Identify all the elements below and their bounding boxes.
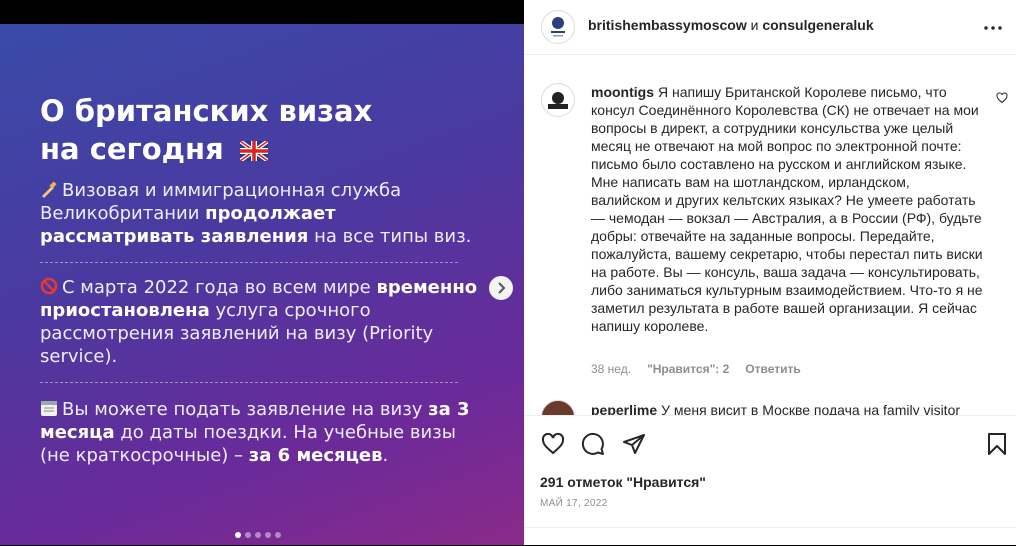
- save-button[interactable]: [987, 432, 1007, 461]
- calendar-icon: [41, 401, 57, 416]
- post-media[interactable]: О британских визах на сегодня Визовая и …: [0, 24, 524, 545]
- heart-icon: [541, 432, 565, 455]
- comment-username[interactable]: peperlime: [591, 402, 657, 415]
- commenter-avatar[interactable]: [541, 400, 575, 415]
- slide-paragraph-2: С марта 2022 года во всем мире временно …: [40, 277, 478, 367]
- comment-body: peperlime У меня висит в Москве подача на…: [591, 402, 983, 415]
- divider: [40, 382, 458, 383]
- bookmark-icon: [988, 433, 1006, 455]
- heart-icon: [996, 92, 1008, 104]
- author-avatar[interactable]: [541, 10, 575, 44]
- slide-paragraph-3: Вы можете подать заявление на визу за 3 …: [40, 399, 470, 466]
- carousel-next-button[interactable]: [489, 276, 513, 300]
- avatar-image-icon: [548, 92, 568, 109]
- comment-meta: 38 нед. "Нравится": 2 Ответить: [591, 362, 801, 376]
- prohibited-icon: [40, 277, 58, 295]
- commenter-avatar[interactable]: [541, 83, 575, 117]
- share-button[interactable]: [622, 432, 646, 461]
- author-username[interactable]: britishembassymoscow: [588, 17, 747, 33]
- comments-list[interactable]: moontigs Я напишу Британской Королеве пис…: [524, 55, 1016, 415]
- uk-flag-icon: [239, 141, 268, 161]
- likes-count[interactable]: 291 отметок "Нравится": [540, 474, 706, 490]
- slide-paragraph-1: Визовая и иммиграционная служба Великобр…: [40, 180, 472, 247]
- embassy-crest-icon: [551, 17, 565, 37]
- comment-username[interactable]: moontigs: [591, 84, 654, 100]
- like-button[interactable]: [540, 432, 566, 461]
- comment-likes[interactable]: "Нравится": 2: [647, 362, 729, 376]
- writing-hand-icon: [42, 181, 57, 198]
- comment-icon: [581, 432, 604, 455]
- more-icon: [984, 26, 1002, 30]
- comment-like-button[interactable]: [996, 91, 1008, 109]
- comment-button[interactable]: [581, 432, 605, 461]
- chevron-right-icon: [498, 282, 506, 294]
- post-actions: 291 отметок "Нравится" МАЙ 17, 2022: [524, 415, 1016, 528]
- comment-time[interactable]: 38 нед.: [591, 362, 631, 376]
- share-icon: [623, 434, 645, 454]
- carousel-dots: [235, 532, 281, 538]
- comment-body: moontigs Я напишу Британской Королеве пис…: [591, 84, 983, 334]
- slide-title: О британских визах на сегодня: [40, 94, 373, 166]
- comment-reply-button[interactable]: Ответить: [745, 362, 800, 376]
- carousel-dot: [255, 532, 261, 538]
- post-panel: britishembassymoscow и consulgeneraluk m…: [524, 0, 1016, 545]
- more-options-button[interactable]: [984, 14, 1002, 35]
- post-date[interactable]: МАЙ 17, 2022: [540, 498, 608, 509]
- carousel-dot: [235, 532, 241, 538]
- divider: [40, 262, 458, 263]
- add-comment-area[interactable]: [524, 527, 1016, 546]
- post-authors: britishembassymoscow и consulgeneraluk: [588, 17, 874, 33]
- carousel-dot: [275, 532, 281, 538]
- coauthor-username[interactable]: consulgeneraluk: [762, 17, 873, 33]
- carousel-dot: [265, 532, 271, 538]
- carousel-dot: [245, 532, 251, 538]
- post-header: britishembassymoscow и consulgeneraluk: [524, 0, 1016, 55]
